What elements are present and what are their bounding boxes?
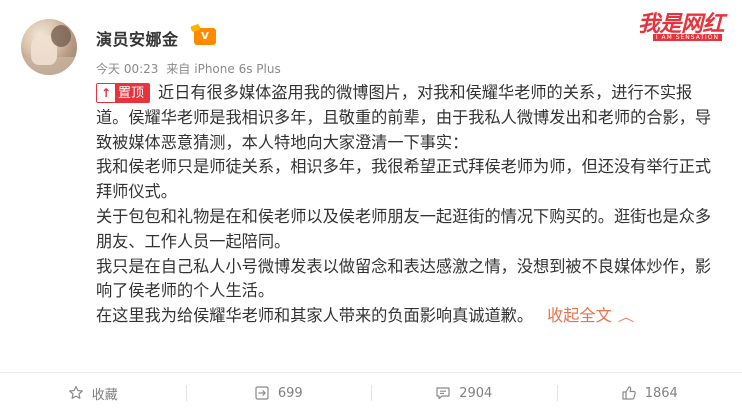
pin-icon: ↑: [97, 84, 115, 102]
post-meta: 今天 00:23 来自 iPhone 6s Plus: [96, 60, 285, 77]
favorite-button[interactable]: 收藏: [0, 373, 186, 413]
post-paragraph: ↑ 置顶 近日有很多媒体盗用我的微博图片，对我和侯耀华老师的关系，进行不实报道。侯耀…: [96, 81, 721, 155]
paragraph-text: 近日有很多媒体盗用我的微博图片，对我和侯耀华老师的关系，进行不实报道。侯耀华老师…: [96, 83, 712, 152]
repost-button[interactable]: 699: [185, 373, 372, 413]
source-prefix: 来自: [166, 62, 191, 76]
action-bar: 收藏 699 2904 1864: [0, 373, 742, 413]
watermark-logo: 我是网红 I AM SENSATION: [592, 6, 730, 41]
collapse-label: 收起全文: [547, 306, 612, 326]
comment-icon: [436, 387, 450, 400]
post-paragraph: 关于包包和礼物是在和侯老师以及侯老师朋友一起逛街的情况下购买的。逛街也是众多朋友…: [96, 206, 712, 251]
like-button[interactable]: 1864: [556, 373, 742, 413]
post-source[interactable]: iPhone 6s Plus: [194, 62, 280, 76]
post-paragraph: 在这里我为给侯耀华老师和其家人带来的负面影响真诚道歉。 收起全文 ︿: [96, 304, 721, 330]
post-paragraph: 我只是在自己私人小号微博发表以做留念和表达感激之情，没想到被不良媒体炒作，影响了…: [96, 256, 712, 301]
collapse-fulltext-link[interactable]: 收起全文 ︿: [547, 306, 634, 326]
thumbs-up-icon: [622, 386, 636, 400]
repost-icon: [255, 386, 269, 400]
weibo-post-card: 演员安娜金 V 今天 00:23 来自 iPhone 6s Plus 我是网红 I…: [0, 0, 742, 413]
username[interactable]: 演员安娜金: [96, 26, 179, 50]
post-paragraph: 我和侯老师只是师徒关系，相识多年，我很希望正式拜侯老师为师，但还没有举行正式拜师…: [96, 157, 712, 202]
post-body: ↑ 置顶 近日有很多媒体盗用我的微博图片，对我和侯耀华老师的关系，进行不实报道。侯耀…: [96, 81, 721, 330]
comment-button[interactable]: 2904: [371, 373, 557, 413]
star-icon: [68, 385, 83, 399]
post-time[interactable]: 今天 00:23: [96, 62, 158, 76]
pinned-label: 置顶: [118, 86, 145, 101]
comment-count: 2904: [459, 385, 493, 401]
paragraph-text: 在这里我为给侯耀华老师和其家人带来的负面影响真诚道歉。: [96, 306, 534, 326]
favorite-label: 收藏: [91, 387, 118, 403]
pinned-badge: ↑ 置顶: [96, 83, 151, 103]
repost-count: 699: [277, 385, 303, 401]
chevron-up-icon: ︿: [617, 310, 635, 325]
vip-badge-icon[interactable]: V: [194, 28, 216, 45]
avatar[interactable]: [21, 19, 77, 75]
watermark-subtext: I AM SENSATION: [652, 34, 722, 41]
like-count: 1864: [644, 385, 678, 401]
